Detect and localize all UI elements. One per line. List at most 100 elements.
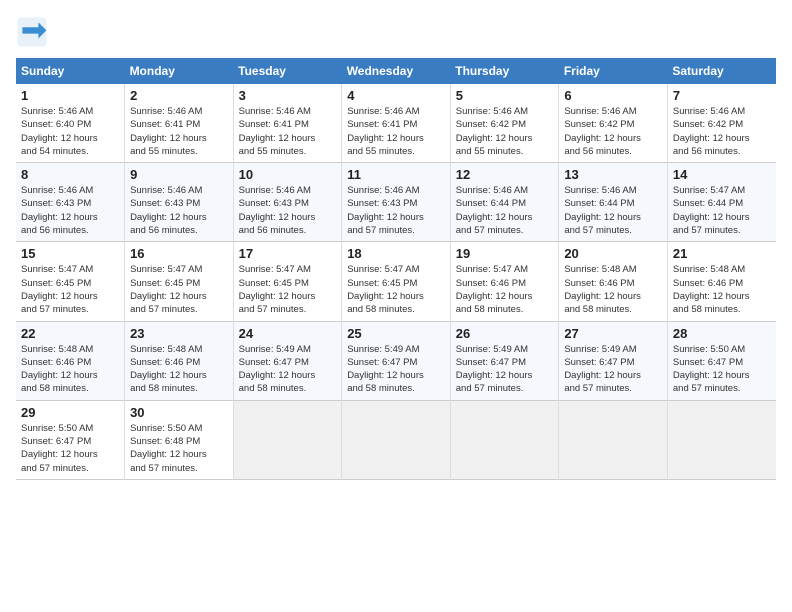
calendar-cell: 28 Sunrise: 5:50 AM Sunset: 6:47 PM Dayli… bbox=[667, 321, 776, 400]
calendar-cell: 26 Sunrise: 5:49 AM Sunset: 6:47 PM Dayli… bbox=[450, 321, 559, 400]
page-header bbox=[16, 16, 776, 48]
logo bbox=[16, 16, 52, 48]
calendar-cell: 17Sunrise: 5:47 AM Sunset: 6:45 PM Dayli… bbox=[233, 242, 342, 321]
calendar-cell: 4Sunrise: 5:46 AM Sunset: 6:41 PM Daylig… bbox=[342, 84, 451, 163]
day-info: Sunrise: 5:47 AM Sunset: 6:44 PM Dayligh… bbox=[673, 184, 771, 237]
calendar-cell: 2Sunrise: 5:46 AM Sunset: 6:41 PM Daylig… bbox=[125, 84, 234, 163]
calendar-cell: 9 Sunrise: 5:46 AM Sunset: 6:43 PM Daylig… bbox=[125, 163, 234, 242]
day-number: 19 bbox=[456, 246, 554, 261]
day-info: Sunrise: 5:46 AM Sunset: 6:42 PM Dayligh… bbox=[673, 105, 771, 158]
day-number: 21 bbox=[673, 246, 771, 261]
day-number: 11 bbox=[347, 167, 445, 182]
calendar-cell: 23Sunrise: 5:48 AM Sunset: 6:46 PM Dayli… bbox=[125, 321, 234, 400]
day-info: Sunrise: 5:46 AM Sunset: 6:44 PM Dayligh… bbox=[564, 184, 662, 237]
calendar-week-1: 1Sunrise: 5:46 AM Sunset: 6:40 PM Daylig… bbox=[16, 84, 776, 163]
col-header-wednesday: Wednesday bbox=[342, 58, 451, 84]
calendar-week-2: 8 Sunrise: 5:46 AM Sunset: 6:43 PM Daylig… bbox=[16, 163, 776, 242]
day-info: Sunrise: 5:50 AM Sunset: 6:48 PM Dayligh… bbox=[130, 422, 228, 475]
day-info: Sunrise: 5:48 AM Sunset: 6:46 PM Dayligh… bbox=[564, 263, 662, 316]
day-number: 12 bbox=[456, 167, 554, 182]
day-info: Sunrise: 5:47 AM Sunset: 6:45 PM Dayligh… bbox=[21, 263, 119, 316]
col-header-saturday: Saturday bbox=[667, 58, 776, 84]
calendar-cell: 24 Sunrise: 5:49 AM Sunset: 6:47 PM Dayli… bbox=[233, 321, 342, 400]
calendar-cell: 11 Sunrise: 5:46 AM Sunset: 6:43 PM Dayli… bbox=[342, 163, 451, 242]
col-header-monday: Monday bbox=[125, 58, 234, 84]
calendar-cell: 18 Sunrise: 5:47 AM Sunset: 6:45 PM Dayli… bbox=[342, 242, 451, 321]
calendar-cell: 20 Sunrise: 5:48 AM Sunset: 6:46 PM Dayli… bbox=[559, 242, 668, 321]
calendar-cell: 13 Sunrise: 5:46 AM Sunset: 6:44 PM Dayli… bbox=[559, 163, 668, 242]
calendar-cell bbox=[233, 400, 342, 479]
calendar-cell: 12Sunrise: 5:46 AM Sunset: 6:44 PM Dayli… bbox=[450, 163, 559, 242]
day-number: 5 bbox=[456, 88, 554, 103]
day-info: Sunrise: 5:46 AM Sunset: 6:42 PM Dayligh… bbox=[564, 105, 662, 158]
calendar-cell: 30 Sunrise: 5:50 AM Sunset: 6:48 PM Dayli… bbox=[125, 400, 234, 479]
calendar-cell bbox=[667, 400, 776, 479]
day-number: 15 bbox=[21, 246, 119, 261]
calendar-cell: 5 Sunrise: 5:46 AM Sunset: 6:42 PM Daylig… bbox=[450, 84, 559, 163]
calendar-cell: 25 Sunrise: 5:49 AM Sunset: 6:47 PM Dayli… bbox=[342, 321, 451, 400]
day-number: 16 bbox=[130, 246, 228, 261]
calendar-week-5: 29 Sunrise: 5:50 AM Sunset: 6:47 PM Dayli… bbox=[16, 400, 776, 479]
day-info: Sunrise: 5:47 AM Sunset: 6:45 PM Dayligh… bbox=[130, 263, 228, 316]
day-info: Sunrise: 5:47 AM Sunset: 6:46 PM Dayligh… bbox=[456, 263, 554, 316]
calendar-cell: 14 Sunrise: 5:47 AM Sunset: 6:44 PM Dayli… bbox=[667, 163, 776, 242]
col-header-sunday: Sunday bbox=[16, 58, 125, 84]
col-header-friday: Friday bbox=[559, 58, 668, 84]
day-info: Sunrise: 5:46 AM Sunset: 6:43 PM Dayligh… bbox=[347, 184, 445, 237]
day-number: 22 bbox=[21, 326, 119, 341]
calendar-cell: 27Sunrise: 5:49 AM Sunset: 6:47 PM Dayli… bbox=[559, 321, 668, 400]
day-info: Sunrise: 5:50 AM Sunset: 6:47 PM Dayligh… bbox=[21, 422, 119, 475]
day-number: 28 bbox=[673, 326, 771, 341]
calendar-week-4: 22 Sunrise: 5:48 AM Sunset: 6:46 PM Dayli… bbox=[16, 321, 776, 400]
day-number: 17 bbox=[239, 246, 337, 261]
day-number: 9 bbox=[130, 167, 228, 182]
day-number: 29 bbox=[21, 405, 119, 420]
day-info: Sunrise: 5:48 AM Sunset: 6:46 PM Dayligh… bbox=[673, 263, 771, 316]
day-number: 3 bbox=[239, 88, 337, 103]
calendar-cell bbox=[342, 400, 451, 479]
day-number: 24 bbox=[239, 326, 337, 341]
day-number: 7 bbox=[673, 88, 771, 103]
calendar-cell: 8 Sunrise: 5:46 AM Sunset: 6:43 PM Daylig… bbox=[16, 163, 125, 242]
day-number: 26 bbox=[456, 326, 554, 341]
calendar-cell: 7 Sunrise: 5:46 AM Sunset: 6:42 PM Daylig… bbox=[667, 84, 776, 163]
calendar-cell bbox=[559, 400, 668, 479]
day-number: 23 bbox=[130, 326, 228, 341]
calendar-cell: 1Sunrise: 5:46 AM Sunset: 6:40 PM Daylig… bbox=[16, 84, 125, 163]
calendar-header-row: SundayMondayTuesdayWednesdayThursdayFrid… bbox=[16, 58, 776, 84]
day-info: Sunrise: 5:46 AM Sunset: 6:43 PM Dayligh… bbox=[239, 184, 337, 237]
calendar-cell: 10Sunrise: 5:46 AM Sunset: 6:43 PM Dayli… bbox=[233, 163, 342, 242]
calendar-cell: 19 Sunrise: 5:47 AM Sunset: 6:46 PM Dayli… bbox=[450, 242, 559, 321]
day-number: 20 bbox=[564, 246, 662, 261]
col-header-tuesday: Tuesday bbox=[233, 58, 342, 84]
day-info: Sunrise: 5:49 AM Sunset: 6:47 PM Dayligh… bbox=[456, 343, 554, 396]
day-number: 6 bbox=[564, 88, 662, 103]
logo-icon bbox=[16, 16, 48, 48]
day-info: Sunrise: 5:47 AM Sunset: 6:45 PM Dayligh… bbox=[347, 263, 445, 316]
day-info: Sunrise: 5:48 AM Sunset: 6:46 PM Dayligh… bbox=[21, 343, 119, 396]
calendar-cell: 6 Sunrise: 5:46 AM Sunset: 6:42 PM Daylig… bbox=[559, 84, 668, 163]
calendar-cell: 22 Sunrise: 5:48 AM Sunset: 6:46 PM Dayli… bbox=[16, 321, 125, 400]
calendar-cell: 21 Sunrise: 5:48 AM Sunset: 6:46 PM Dayli… bbox=[667, 242, 776, 321]
day-info: Sunrise: 5:49 AM Sunset: 6:47 PM Dayligh… bbox=[239, 343, 337, 396]
day-number: 30 bbox=[130, 405, 228, 420]
day-info: Sunrise: 5:49 AM Sunset: 6:47 PM Dayligh… bbox=[347, 343, 445, 396]
day-info: Sunrise: 5:46 AM Sunset: 6:41 PM Dayligh… bbox=[347, 105, 445, 158]
day-number: 8 bbox=[21, 167, 119, 182]
day-number: 27 bbox=[564, 326, 662, 341]
day-info: Sunrise: 5:46 AM Sunset: 6:43 PM Dayligh… bbox=[130, 184, 228, 237]
calendar-cell: 29 Sunrise: 5:50 AM Sunset: 6:47 PM Dayli… bbox=[16, 400, 125, 479]
day-info: Sunrise: 5:46 AM Sunset: 6:43 PM Dayligh… bbox=[21, 184, 119, 237]
calendar-cell: 15 Sunrise: 5:47 AM Sunset: 6:45 PM Dayli… bbox=[16, 242, 125, 321]
day-info: Sunrise: 5:46 AM Sunset: 6:41 PM Dayligh… bbox=[239, 105, 337, 158]
calendar-table: SundayMondayTuesdayWednesdayThursdayFrid… bbox=[16, 58, 776, 480]
day-number: 1 bbox=[21, 88, 119, 103]
day-number: 14 bbox=[673, 167, 771, 182]
day-info: Sunrise: 5:46 AM Sunset: 6:42 PM Dayligh… bbox=[456, 105, 554, 158]
day-number: 25 bbox=[347, 326, 445, 341]
col-header-thursday: Thursday bbox=[450, 58, 559, 84]
day-number: 2 bbox=[130, 88, 228, 103]
day-info: Sunrise: 5:50 AM Sunset: 6:47 PM Dayligh… bbox=[673, 343, 771, 396]
day-number: 18 bbox=[347, 246, 445, 261]
day-number: 13 bbox=[564, 167, 662, 182]
